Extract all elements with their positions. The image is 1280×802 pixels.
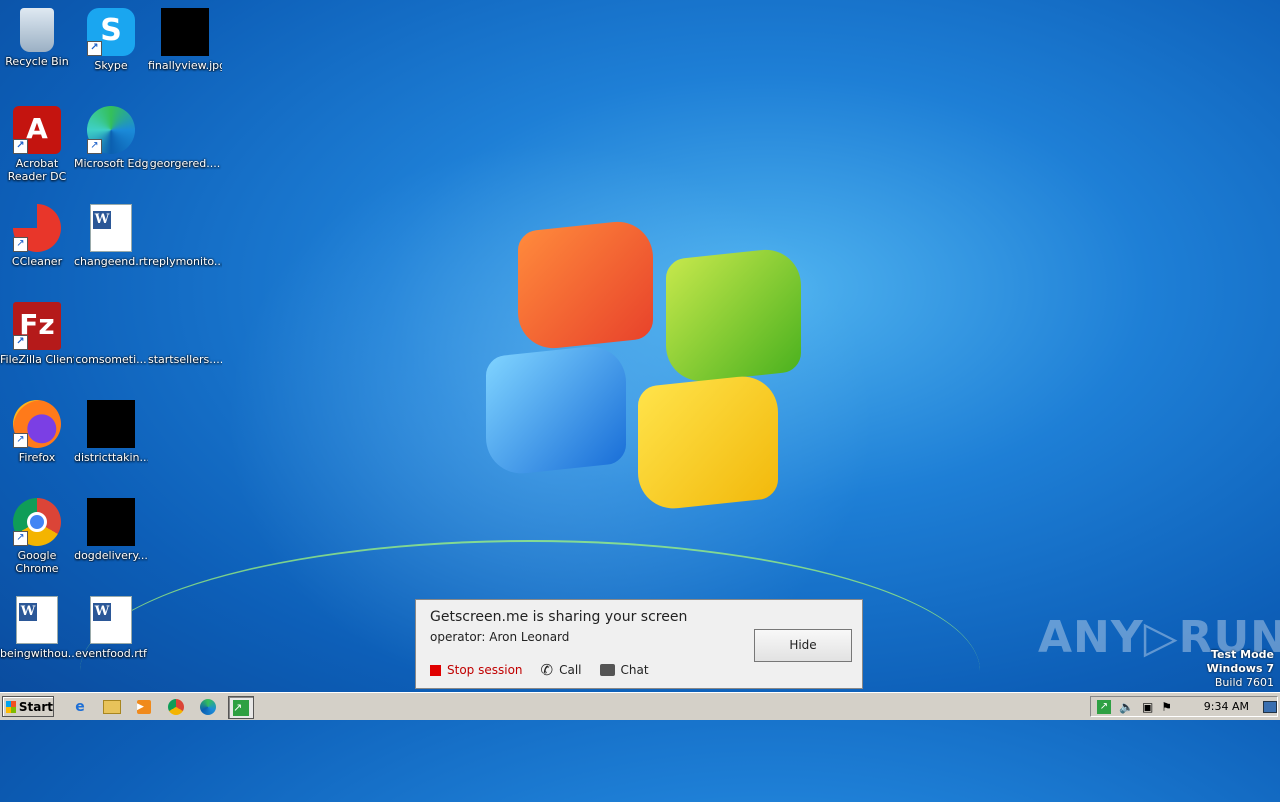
desktop-icon-finallyview[interactable]: finallyview.jpg xyxy=(148,8,222,72)
stop-session-button[interactable]: Stop session xyxy=(430,663,523,677)
call-label: Call xyxy=(559,663,582,677)
ie-icon[interactable]: e xyxy=(68,696,92,717)
image-file-icon xyxy=(161,8,209,56)
test-mode-watermark: Test Mode Windows 7 Build 7601 xyxy=(1207,648,1274,690)
taskbar: Start e ▶ ↗ ↗ 🔈 ▣ ⚑ 9:34 AM xyxy=(0,692,1280,720)
test-mode-label: Test Mode xyxy=(1211,648,1274,661)
desktop-icon-label: comsometi... xyxy=(75,353,147,366)
stop-icon xyxy=(430,664,441,676)
start-button[interactable]: Start xyxy=(2,696,54,717)
windows-flag-icon xyxy=(6,700,16,713)
desktop-icon-chrome[interactable]: ↗ Google Chrome xyxy=(0,498,74,575)
desktop-icon-ccleaner[interactable]: ↗ CCleaner xyxy=(0,204,74,268)
desktop-icon-beingwithout[interactable]: W beingwithou... xyxy=(0,596,74,660)
logo-pane-blue xyxy=(486,342,626,478)
desktop: Recycle Bin A ↗ Acrobat Reader DC ↗ CClea… xyxy=(0,0,1280,720)
explorer-icon[interactable] xyxy=(100,696,124,717)
desktop-icon-acrobat[interactable]: A ↗ Acrobat Reader DC xyxy=(0,106,74,183)
call-button[interactable]: ✆ Call xyxy=(541,661,582,679)
phone-icon: ✆ xyxy=(540,661,554,679)
desktop-icon-districttakin[interactable]: districttakin... xyxy=(74,400,148,464)
logo-pane-red xyxy=(518,217,653,353)
quick-launch: e ▶ ↗ xyxy=(68,696,254,719)
chat-label: Chat xyxy=(620,663,649,677)
desktop-icon-replymonito[interactable]: replymonito... xyxy=(148,204,222,268)
desktop-icon-label: CCleaner xyxy=(11,255,63,268)
start-label: Start xyxy=(18,699,53,714)
image-file-icon xyxy=(87,400,135,448)
desktop-icon-label: replymonito... xyxy=(148,255,222,268)
desktop-icon-label: Google Chrome xyxy=(15,549,59,575)
acrobat-icon: A ↗ xyxy=(13,106,61,154)
image-file-icon xyxy=(87,498,135,546)
blank-file-icon xyxy=(161,204,209,252)
desktop-icon-skype[interactable]: S ↗ Skype xyxy=(74,8,148,72)
desktop-icon-comsometi[interactable]: comsometi... xyxy=(74,302,148,366)
edge-icon[interactable] xyxy=(196,696,220,717)
blank-file-icon xyxy=(161,106,209,154)
desktop-icon-filezilla[interactable]: Fz ↗ FileZilla Client xyxy=(0,302,74,366)
desktop-icon-label: changeend.rtf xyxy=(74,255,148,268)
network-icon[interactable]: ▣ xyxy=(1142,700,1153,714)
desktop-icon-label: startsellers.... xyxy=(148,353,222,366)
getscreen-sharing-dialog: Getscreen.me is sharing your screen oper… xyxy=(415,599,863,689)
desktop-icon-label: eventfood.rtf xyxy=(75,647,147,660)
logo-pane-green xyxy=(666,245,801,386)
desktop-icon-label: Skype xyxy=(94,59,128,72)
desktop-icon-label: Recycle Bin xyxy=(5,55,69,68)
volume-icon[interactable]: 🔈 xyxy=(1119,700,1134,714)
desktop-icon-label: georgered.... xyxy=(149,157,221,170)
action-center-flag-icon[interactable]: ⚑ xyxy=(1161,700,1172,714)
system-tray: ↗ 🔈 ▣ ⚑ 9:34 AM xyxy=(1090,696,1278,717)
desktop-icon-edge[interactable]: ↗ Microsoft Edge xyxy=(74,106,148,170)
desktop-icon-georgered[interactable]: georgered.... xyxy=(148,106,222,170)
desktop-icon-label: dogdelivery... xyxy=(74,549,148,562)
edge-icon: ↗ xyxy=(87,106,135,154)
desktop-icon-eventfood[interactable]: W eventfood.rtf xyxy=(74,596,148,660)
logo-pane-yellow xyxy=(638,372,778,513)
build-label: Build 7601 xyxy=(1214,676,1274,689)
operator-label: operator: Aron Leonard xyxy=(430,630,570,644)
desktop-icon-label: Microsoft Edge xyxy=(74,157,148,170)
desktop-icon-startsellers[interactable]: startsellers.... xyxy=(148,302,222,366)
word-document-icon: W xyxy=(90,596,132,644)
stop-session-label: Stop session xyxy=(447,663,523,677)
filezilla-icon: Fz ↗ xyxy=(13,302,61,350)
desktop-icon-changeend[interactable]: W changeend.rtf xyxy=(74,204,148,268)
media-player-icon[interactable]: ▶ xyxy=(132,696,156,717)
desktop-icon-label: Acrobat Reader DC xyxy=(7,157,67,183)
chrome-icon[interactable] xyxy=(164,696,188,717)
show-desktop-icon[interactable] xyxy=(1263,700,1277,713)
desktop-icon-label: Firefox xyxy=(18,451,56,464)
getscreen-tray-icon[interactable]: ↗ xyxy=(1097,699,1111,714)
desktop-icon-label: beingwithou... xyxy=(0,647,74,660)
hide-button[interactable]: Hide xyxy=(754,629,852,662)
windows-logo xyxy=(478,215,808,515)
clock[interactable]: 9:34 AM xyxy=(1204,700,1249,713)
dialog-actions: Stop session ✆ Call Chat xyxy=(430,661,649,679)
desktop-icon-recycle-bin[interactable]: Recycle Bin xyxy=(0,8,74,68)
word-document-icon: W xyxy=(90,204,132,252)
desktop-icon-label: FileZilla Client xyxy=(0,353,74,366)
os-label: Windows 7 xyxy=(1206,662,1274,675)
firefox-icon: ↗ xyxy=(13,400,61,448)
blank-file-icon xyxy=(87,302,135,350)
recycle-bin-icon xyxy=(20,8,54,52)
chat-button[interactable]: Chat xyxy=(599,663,649,677)
getscreen-icon[interactable]: ↗ xyxy=(228,696,254,719)
desktop-icon-label: districttakin... xyxy=(74,451,148,464)
chrome-icon: ↗ xyxy=(13,498,61,546)
word-document-icon: W xyxy=(16,596,58,644)
desktop-icon-firefox[interactable]: ↗ Firefox xyxy=(0,400,74,464)
chat-bubble-icon xyxy=(599,664,615,676)
dialog-title: Getscreen.me is sharing your screen xyxy=(430,609,688,625)
desktop-icon-dogdelivery[interactable]: dogdelivery... xyxy=(74,498,148,562)
desktop-icon-label: finallyview.jpg xyxy=(148,59,222,72)
blank-file-icon xyxy=(161,302,209,350)
ccleaner-icon: ↗ xyxy=(13,204,61,252)
skype-icon: S ↗ xyxy=(87,8,135,56)
